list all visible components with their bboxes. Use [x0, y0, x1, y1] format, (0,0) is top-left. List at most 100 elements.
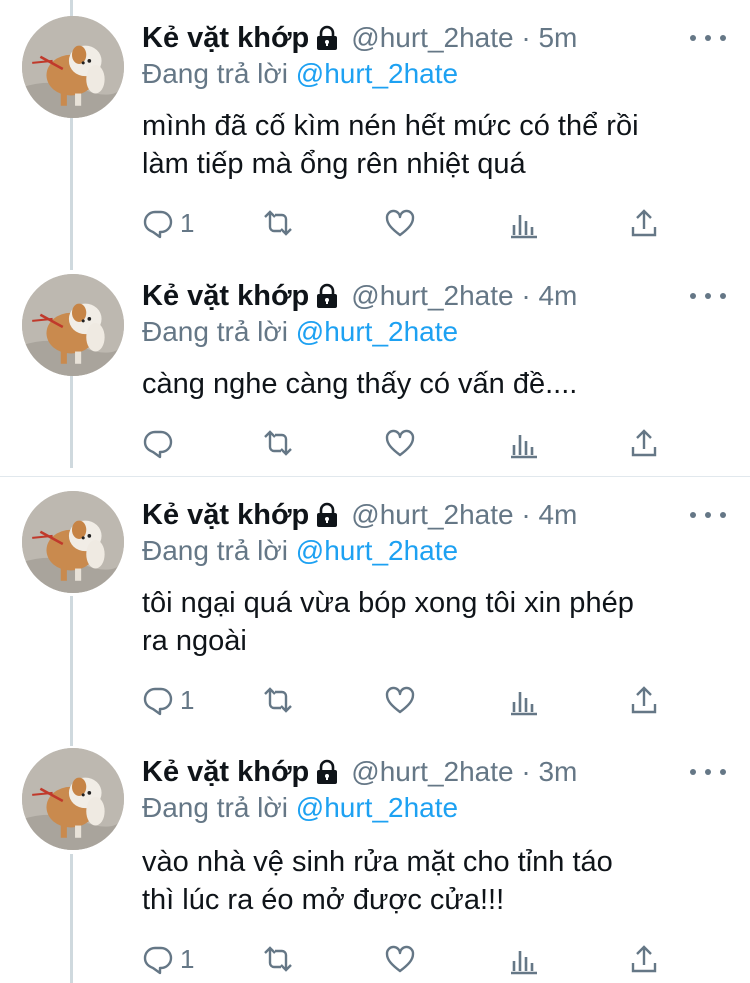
- handle-timestamp[interactable]: @hurt_2hate · 5m: [351, 22, 577, 54]
- replying-to: Đang trả lời @hurt_2hate: [142, 535, 458, 567]
- analytics-icon: [511, 692, 537, 716]
- reply-icon: [143, 687, 173, 716]
- avatar-dog-image: [22, 274, 124, 376]
- retweet-button[interactable]: [262, 942, 294, 976]
- reply-count: 1: [180, 943, 195, 974]
- like-icon: [385, 429, 415, 457]
- retweet-button[interactable]: [262, 683, 294, 717]
- like-button[interactable]: [384, 683, 416, 717]
- avatar-dog-image: [22, 491, 124, 593]
- avatar[interactable]: [22, 491, 124, 593]
- action-bar: 1: [142, 683, 672, 717]
- display-name[interactable]: Kẻ vặt khớp: [142, 22, 309, 55]
- tweet-text-line: tôi ngại quá vừa bóp xong tôi xin phép: [142, 587, 634, 619]
- action-bar: [142, 426, 672, 460]
- action-bar: 1: [142, 206, 672, 240]
- reply-button[interactable]: 1: [142, 942, 194, 976]
- tweet-text-line: càng nghe càng thấy có vấn đề....: [142, 368, 578, 400]
- replying-label: Đang trả lời: [142, 792, 288, 823]
- display-name[interactable]: Kẻ vặt khớp: [142, 499, 309, 532]
- share-button[interactable]: [628, 683, 660, 717]
- tweet-text: mình đã cố kìm nén hết mức có thể rồi là…: [142, 107, 732, 183]
- share-icon: [631, 209, 657, 237]
- like-icon: [385, 209, 415, 237]
- retweet-icon: [264, 430, 292, 456]
- handle-timestamp[interactable]: @hurt_2hate · 4m: [351, 499, 577, 531]
- share-button[interactable]: [628, 426, 660, 460]
- analytics-button[interactable]: [508, 426, 540, 460]
- reply-button[interactable]: [142, 426, 180, 460]
- tweet-text-line: thì lúc ra éo mở được cửa!!!: [142, 884, 505, 916]
- analytics-button[interactable]: [508, 942, 540, 976]
- lock-icon: [315, 25, 339, 51]
- avatar[interactable]: [22, 274, 124, 376]
- share-icon: [631, 429, 657, 457]
- retweet-icon: [264, 210, 292, 236]
- more-icon[interactable]: [690, 288, 726, 304]
- tweet-text: vào nhà vệ sinh rửa mặt cho tỉnh táo thì…: [142, 843, 732, 919]
- reply-count: 1: [180, 684, 195, 715]
- replying-label: Đang trả lời: [142, 535, 288, 566]
- tweet[interactable]: Kẻ vặt khớp @hurt_2hate · 4m Đang trả lờ…: [0, 262, 750, 476]
- tweet-header: Kẻ vặt khớp @hurt_2hate · 5m: [142, 18, 577, 58]
- tweet[interactable]: Kẻ vặt khớp @hurt_2hate · 4m Đang trả lờ…: [0, 477, 750, 742]
- avatar-dog-image: [22, 748, 124, 850]
- lock-icon: [315, 759, 339, 785]
- avatar[interactable]: [22, 748, 124, 850]
- reply-icon: [143, 946, 173, 975]
- analytics-button[interactable]: [508, 206, 540, 240]
- replying-label: Đang trả lời: [142, 316, 288, 347]
- more-icon[interactable]: [690, 764, 726, 780]
- display-name[interactable]: Kẻ vặt khớp: [142, 280, 309, 313]
- replying-mention[interactable]: @hurt_2hate: [296, 316, 458, 347]
- display-name[interactable]: Kẻ vặt khớp: [142, 756, 309, 789]
- more-icon[interactable]: [690, 507, 726, 523]
- retweet-icon: [264, 946, 292, 972]
- retweet-button[interactable]: [262, 426, 294, 460]
- share-icon: [631, 945, 657, 973]
- share-icon: [631, 686, 657, 714]
- more-icon[interactable]: [690, 30, 726, 46]
- tweet-header: Kẻ vặt khớp @hurt_2hate · 3m: [142, 752, 577, 792]
- tweet-text: tôi ngại quá vừa bóp xong tôi xin phép r…: [142, 584, 732, 660]
- replying-mention[interactable]: @hurt_2hate: [296, 58, 458, 89]
- like-button[interactable]: [384, 206, 416, 240]
- action-bar: 1: [142, 942, 672, 976]
- tweet-text-line: ra ngoài: [142, 625, 247, 657]
- replying-to: Đang trả lời @hurt_2hate: [142, 316, 458, 348]
- analytics-button[interactable]: [508, 683, 540, 717]
- share-button[interactable]: [628, 942, 660, 976]
- lock-icon: [315, 283, 339, 309]
- like-button[interactable]: [384, 426, 416, 460]
- replying-label: Đang trả lời: [142, 58, 288, 89]
- analytics-icon: [511, 951, 537, 975]
- reply-count: 1: [180, 207, 195, 238]
- replying-mention[interactable]: @hurt_2hate: [296, 792, 458, 823]
- retweet-button[interactable]: [262, 206, 294, 240]
- tweet[interactable]: Kẻ vặt khớp @hurt_2hate · 3m Đang trả lờ…: [0, 742, 750, 983]
- handle-timestamp[interactable]: @hurt_2hate · 4m: [351, 280, 577, 312]
- analytics-icon: [511, 435, 537, 459]
- handle-timestamp[interactable]: @hurt_2hate · 3m: [351, 756, 577, 788]
- replying-to: Đang trả lời @hurt_2hate: [142, 58, 458, 90]
- avatar[interactable]: [22, 16, 124, 118]
- like-icon: [385, 945, 415, 973]
- share-button[interactable]: [628, 206, 660, 240]
- retweet-icon: [264, 687, 292, 713]
- replying-mention[interactable]: @hurt_2hate: [296, 535, 458, 566]
- reply-icon: [143, 210, 173, 239]
- reply-button[interactable]: 1: [142, 206, 194, 240]
- replying-to: Đang trả lời @hurt_2hate: [142, 792, 458, 824]
- like-button[interactable]: [384, 942, 416, 976]
- tweet-header: Kẻ vặt khớp @hurt_2hate · 4m: [142, 495, 577, 535]
- tweet-header: Kẻ vặt khớp @hurt_2hate · 4m: [142, 276, 577, 316]
- tweet-text: càng nghe càng thấy có vấn đề....: [142, 365, 732, 403]
- reply-icon: [143, 430, 173, 459]
- tweet[interactable]: Kẻ vặt khớp @hurt_2hate · 5m Đang trả lờ…: [0, 0, 750, 262]
- avatar-dog-image: [22, 16, 124, 118]
- lock-icon: [315, 502, 339, 528]
- reply-button[interactable]: 1: [142, 683, 194, 717]
- analytics-icon: [511, 215, 537, 239]
- tweet-text-line: làm tiếp mà ổng rên nhiệt quá: [142, 148, 526, 180]
- tweet-text-line: vào nhà vệ sinh rửa mặt cho tỉnh táo: [142, 846, 613, 878]
